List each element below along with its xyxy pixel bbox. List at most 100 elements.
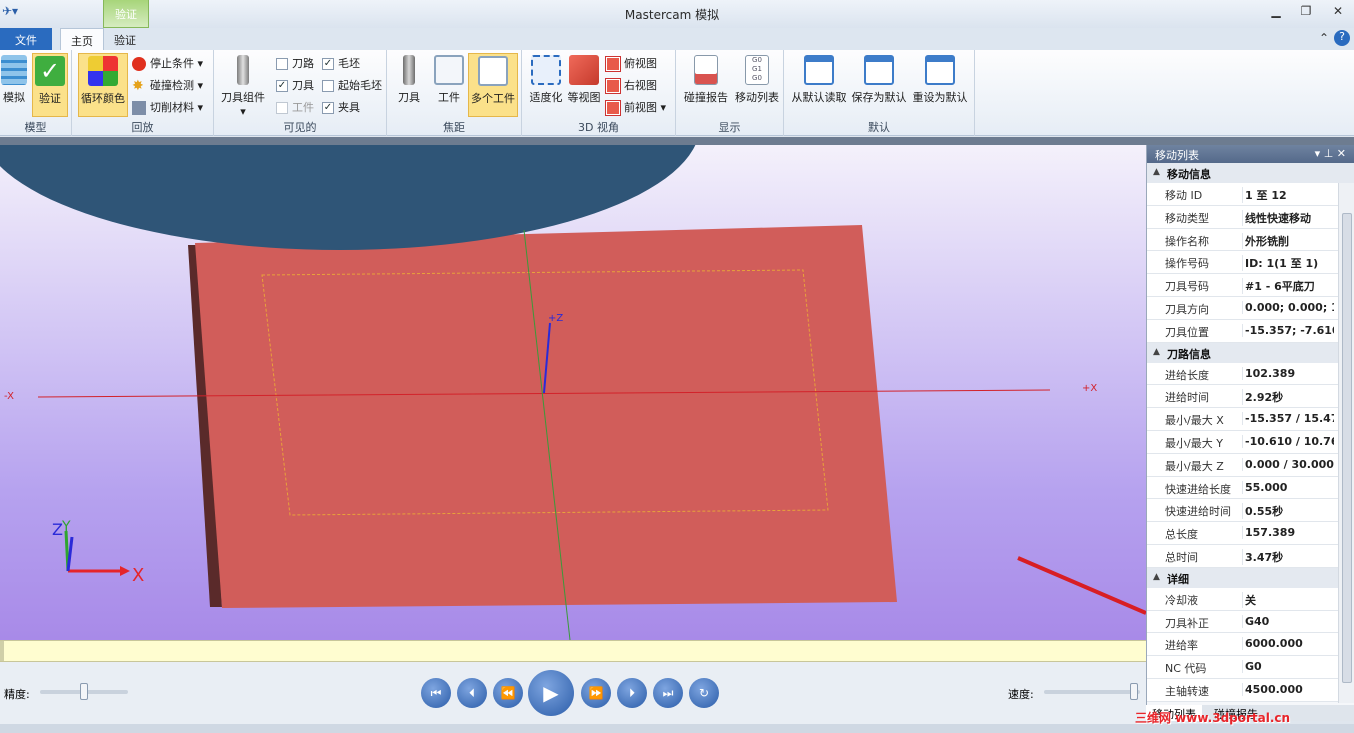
top-view-icon [605,56,621,72]
tab-verify[interactable]: 验证 [104,28,146,50]
close-button[interactable]: ✕ [1328,4,1348,20]
property-row[interactable]: 刀具号码 #1 - 6平底刀 [1147,274,1354,297]
section-move-info[interactable]: ▲ 移动信息 [1147,163,1354,183]
fast-forward-icon[interactable]: ⏩ [581,678,611,708]
initial-stock-checkbox[interactable]: 起始毛坯 [322,77,382,95]
property-name: 移动 ID [1165,189,1203,202]
skip-to-end-icon[interactable]: ⏭ [653,678,683,708]
focus-tool-button[interactable]: 刀具 [391,53,427,117]
simulation-viewport[interactable]: -X +X +Z X Z Y [0,145,1146,640]
property-value: 线性快速移动 [1242,209,1334,226]
panel-scrollbar-thumb[interactable] [1342,213,1352,683]
collapse-icon[interactable]: ▲ [1153,572,1160,582]
speed-slider-thumb[interactable] [1130,683,1138,700]
front-view-icon [605,100,621,116]
fixture-checkbox[interactable]: ✓ 夹具 [322,99,360,117]
iso-view-button[interactable]: 等视图 [566,53,602,117]
axis-triad: X Z Y [52,519,144,586]
load-default-icon [804,55,834,85]
toolpath-checkbox[interactable]: 刀路 [276,55,314,73]
property-row[interactable]: NC 代码 G0 [1147,656,1354,679]
reset-default-button[interactable]: 重设为默认 [910,53,970,117]
top-view-button[interactable]: 俯视图 [605,55,657,73]
property-row[interactable]: 进给率 6000.000 [1147,633,1354,657]
help-icon[interactable]: ? [1334,30,1350,46]
section-path-info[interactable]: ▲ 刀路信息 [1147,342,1354,363]
property-row[interactable]: 刀具补正 G40 [1147,610,1354,634]
property-row[interactable]: 刀具位置 -15.357; -7.610 [1147,319,1354,343]
property-row[interactable]: 快速进给长度 55.000 [1147,476,1354,500]
simulate-icon [1,55,27,85]
save-default-button[interactable]: 保存为默认 [850,53,908,117]
precision-slider[interactable] [40,683,128,700]
property-row[interactable]: 总长度 157.389 [1147,522,1354,545]
collapse-icon[interactable]: ▲ [1153,347,1160,357]
restore-button[interactable]: ❐ [1296,4,1316,20]
property-row[interactable]: 刀具方向 0.000; 0.000; 1. [1147,296,1354,320]
property-row[interactable]: 移动 ID 1 至 12 [1147,183,1354,206]
property-row[interactable]: 冷却液 关 [1147,587,1354,611]
collision-check-button[interactable]: ✸ 碰撞检测 ▾ [132,77,203,95]
speed-slider[interactable] [1044,683,1140,700]
property-row[interactable]: 最小/最大 X -15.357 / 15.47 [1147,408,1354,431]
focus-multi-workpiece-button[interactable]: 多个工件 [468,53,518,117]
toolpath-check[interactable] [276,58,288,70]
save-default-icon [864,55,894,85]
cycle-color-button[interactable]: 循环颜色 [78,53,128,117]
property-value: 0.000 / 30.000 [1242,457,1334,471]
property-value: #1 - 6平底刀 [1242,278,1334,295]
timeline-marker[interactable] [0,641,4,661]
property-row[interactable]: 操作号码 ID: 1(1 至 1) [1147,251,1354,275]
tab-file[interactable]: 文件 [0,28,52,50]
property-row[interactable]: 进给时间 2.92秒 [1147,385,1354,409]
move-list-button[interactable]: G0 G1 G0 移动列表 [732,53,782,117]
loop-icon[interactable]: ↻ [689,678,719,708]
property-row[interactable]: 最小/最大 Y -10.610 / 10.76 [1147,430,1354,454]
workpiece-checkbox[interactable]: 工件 [276,99,314,117]
stock-checkbox[interactable]: ✓ 毛坯 [322,55,360,73]
collapse-icon[interactable]: ▲ [1153,167,1160,177]
rewind-icon[interactable]: ⏪ [493,678,523,708]
workpiece-check[interactable] [276,102,288,114]
property-row[interactable]: 总时间 3.47秒 [1147,544,1354,568]
property-name: 操作名称 [1165,234,1209,248]
group-model: 模拟 ✓ 验证 模型 [0,50,72,136]
load-default-button[interactable]: 从默认读取 [790,53,848,117]
stock-check[interactable]: ✓ [322,58,334,70]
property-row[interactable]: 移动类型 线性快速移动 [1147,205,1354,229]
section-details[interactable]: ▲ 详细 [1147,567,1354,588]
property-row[interactable]: 进给长度 102.389 [1147,362,1354,386]
tool-check[interactable]: ✓ [276,80,288,92]
right-view-button[interactable]: 右视图 [605,77,657,95]
ribbon-collapse-icon[interactable]: ⌃ [1314,31,1334,47]
precision-slider-thumb[interactable] [80,683,88,700]
focus-workpiece-button[interactable]: 工件 [431,53,467,117]
step-forward-icon[interactable]: ⏵ [617,678,647,708]
property-row[interactable]: 最小/最大 Z 0.000 / 30.000 [1147,453,1354,477]
property-row[interactable]: 快速进给时间 0.55秒 [1147,499,1354,523]
tool-checkbox[interactable]: ✓ 刀具 [276,77,314,95]
panel-scrollbar[interactable] [1338,183,1354,703]
play-icon[interactable]: ▶ [528,670,574,716]
fixture-check[interactable]: ✓ [322,102,334,114]
verify-button[interactable]: ✓ 验证 [32,53,68,117]
property-row[interactable]: 主轴转速 4500.000 [1147,678,1354,702]
skip-to-start-icon[interactable]: ⏮ [421,678,451,708]
tool-assembly-button[interactable]: 刀具组件 ▾ [218,53,268,118]
property-name: 进给率 [1165,639,1198,653]
initial-stock-check[interactable] [322,80,334,92]
minimize-button[interactable]: ▁ [1266,4,1286,20]
stop-condition-button[interactable]: 停止条件 ▾ [132,55,203,73]
panel-pin-icon[interactable]: ▾ ⊥ ✕ [1315,147,1346,160]
collision-report-button[interactable]: 碰撞报告 [680,53,732,117]
tab-home[interactable]: 主页 [60,28,104,50]
front-view-button[interactable]: 前视图 ▾ [605,99,666,117]
fit-view-button[interactable]: 适度化 [526,53,566,117]
timeline-bar[interactable] [0,640,1146,662]
cut-material-button[interactable]: 切削材料 ▾ [132,99,203,117]
property-value: 6000.000 [1242,637,1334,651]
step-back-icon[interactable]: ⏴ [457,678,487,708]
simulate-button[interactable]: 模拟 [0,53,28,117]
property-row[interactable]: 操作名称 外形铣削 [1147,228,1354,252]
property-value: ID: 1(1 至 1) [1242,255,1334,272]
